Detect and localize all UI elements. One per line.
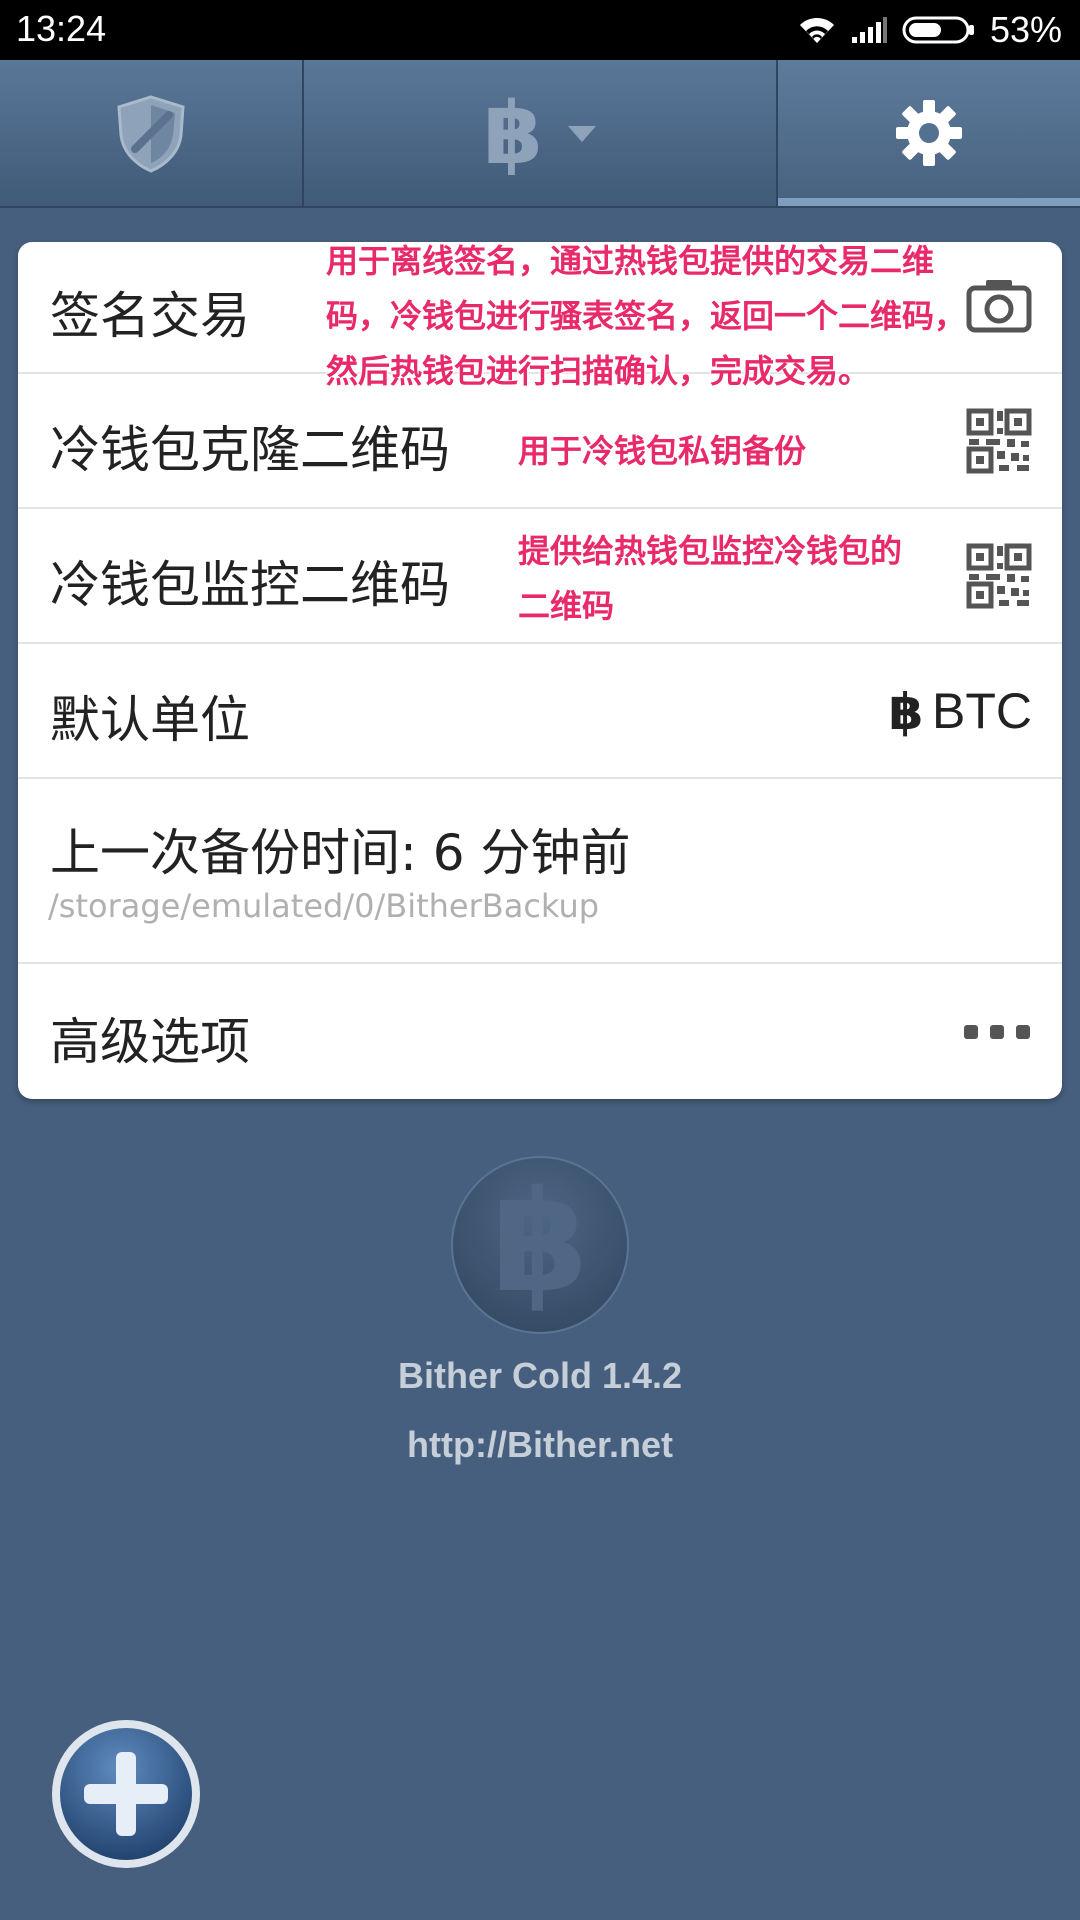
sign-transaction-label: 签名交易 (50, 287, 250, 345)
tab-wallet[interactable]: ฿ (304, 60, 778, 206)
sign-annotation-line-1: 用于离线签名，通过热钱包提供的交易二维 (326, 242, 935, 280)
selected-tab-indicator (778, 198, 1080, 206)
sign-annotation-line-2: 码，冷钱包进行骚表签名，返回一个二维码， (326, 297, 967, 335)
app-version: Bither Cold 1.4.2 (397, 1355, 683, 1396)
chevron-down-icon (568, 126, 596, 142)
svg-text:฿: ฿ (491, 1161, 588, 1324)
advanced-options-label: 高级选项 (50, 1013, 250, 1071)
tab-security[interactable] (0, 60, 304, 206)
bitcoin-icon: ฿ (483, 91, 543, 175)
sign-annotation: 用于离线签名，通过热钱包提供的交易二维 码，冷钱包进行骚表签名，返回一个二维码，… (326, 234, 966, 399)
clone-annotation: 用于冷钱包私钥备份 (518, 424, 806, 479)
monitor-qr-label: 冷钱包监控二维码 (50, 556, 450, 614)
monitor-annotation: 提供给热钱包监控冷钱包的 二维码 (518, 524, 902, 634)
clone-annotation-text: 用于冷钱包私钥备份 (518, 432, 807, 470)
clone-qr-label: 冷钱包克隆二维码 (50, 421, 450, 479)
last-backup-label: 上一次备份时间: 6 分钟前 (50, 824, 631, 882)
status-time: 13:24 (16, 8, 107, 49)
tab-settings[interactable] (778, 60, 1080, 206)
bither-logo-icon: ฿ (451, 1156, 629, 1334)
last-backup-row[interactable]: 上一次备份时间: 6 分钟前 /storage/emulated/0/Bithe… (18, 777, 1062, 964)
default-unit-label: 默认单位 (50, 691, 250, 749)
default-unit-value: BTC (932, 683, 1032, 739)
status-bar: 13:24 53% (0, 0, 1080, 60)
shield-icon (117, 95, 185, 173)
website-link[interactable]: http://Bither.net (0, 1424, 1080, 1466)
qr-code-icon (966, 543, 1032, 609)
wifi-icon (799, 17, 834, 43)
monitor-annotation-line-1: 提供给热钱包监控冷钱包的 (518, 532, 903, 570)
backup-path: /storage/emulated/0/BitherBackup (48, 887, 600, 925)
monitor-annotation-line-2: 二维码 (518, 587, 615, 625)
sign-annotation-line-3: 然后热钱包进行扫描确认，完成交易。 (326, 352, 871, 390)
more-icon (964, 1025, 1030, 1039)
bitcoin-symbol-icon: ฿ (889, 685, 924, 737)
default-unit-row[interactable]: 默认单位 ฿ BTC (18, 642, 1062, 779)
add-button[interactable] (50, 1718, 202, 1870)
battery-icon (902, 16, 974, 44)
battery-percentage: 53% (989, 9, 1062, 50)
camera-icon (966, 280, 1032, 333)
advanced-options-row[interactable]: 高级选项 (18, 962, 1062, 1099)
qr-code-icon (966, 408, 1032, 474)
top-tab-bar: ฿ (0, 60, 1080, 208)
svg-text:฿: ฿ (483, 91, 543, 175)
signal-icon (851, 17, 887, 43)
gear-icon (896, 100, 962, 166)
svg-text:฿: ฿ (889, 685, 924, 737)
status-icons: 53% (798, 8, 1062, 52)
